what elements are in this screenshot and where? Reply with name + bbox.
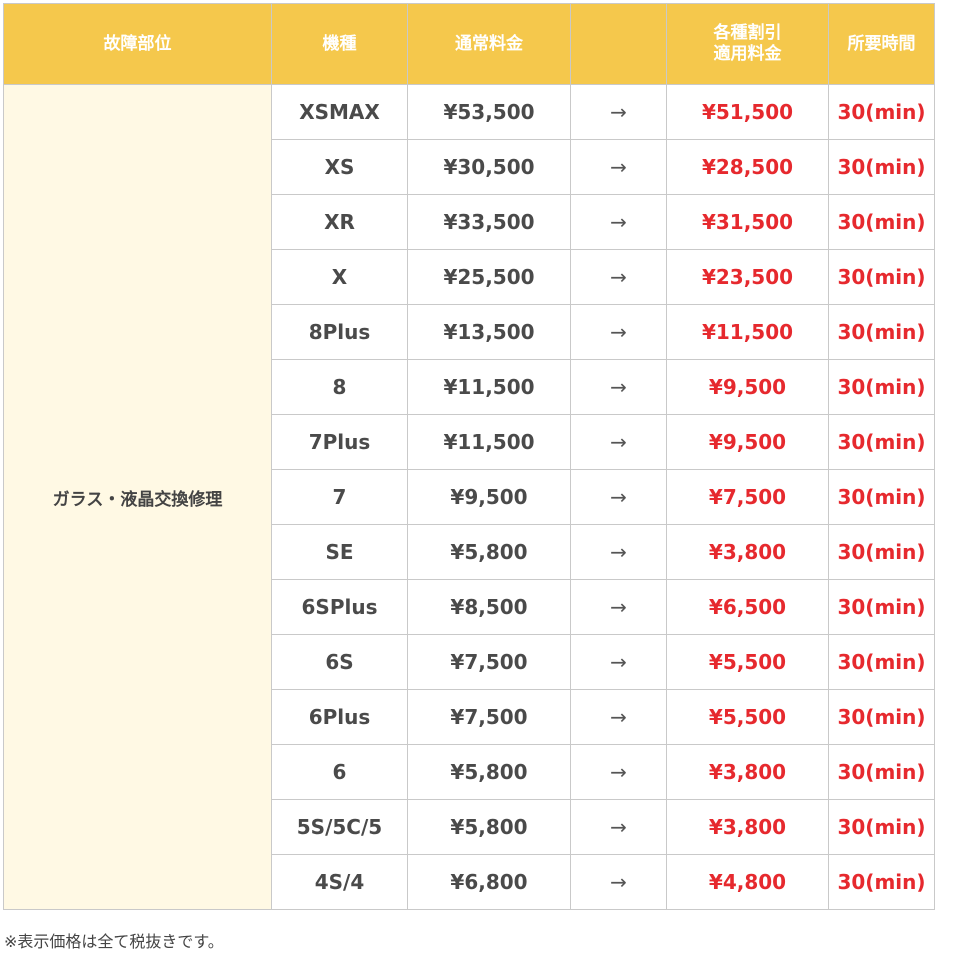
time-cell: 30(min) (828, 799, 935, 855)
model-cell: 5S/5C/5 (271, 799, 408, 855)
time-cell: 30(min) (828, 84, 935, 140)
table-header: 故障部位 機種 通常料金 各種割引 適用料金 所要時間 (3, 3, 935, 85)
header-arrow-spacer (570, 3, 667, 85)
normal-price-cell: ¥6,800 (407, 854, 571, 910)
normal-price-cell: ¥5,800 (407, 744, 571, 800)
arrow-cell: → (570, 634, 667, 690)
normal-price-cell: ¥11,500 (407, 414, 571, 470)
header-normal-price: 通常料金 (407, 3, 571, 85)
time-cell: 30(min) (828, 414, 935, 470)
header-part: 故障部位 (3, 3, 272, 85)
header-time: 所要時間 (828, 3, 935, 85)
time-cell: 30(min) (828, 304, 935, 360)
model-cell: 6 (271, 744, 408, 800)
discount-price-cell: ¥3,800 (666, 744, 829, 800)
normal-price-cell: ¥25,500 (407, 249, 571, 305)
time-cell: 30(min) (828, 854, 935, 910)
arrow-cell: → (570, 304, 667, 360)
normal-price-cell: ¥5,800 (407, 799, 571, 855)
discount-price-cell: ¥11,500 (666, 304, 829, 360)
normal-price-cell: ¥7,500 (407, 689, 571, 745)
model-cell: SE (271, 524, 408, 580)
arrow-cell: → (570, 854, 667, 910)
model-cell: 6SPlus (271, 579, 408, 635)
model-cell: 4S/4 (271, 854, 408, 910)
normal-price-cell: ¥11,500 (407, 359, 571, 415)
model-cell: 7Plus (271, 414, 408, 470)
normal-price-cell: ¥33,500 (407, 194, 571, 250)
normal-price-cell: ¥9,500 (407, 469, 571, 525)
discount-price-cell: ¥7,500 (666, 469, 829, 525)
normal-price-cell: ¥8,500 (407, 579, 571, 635)
discount-price-cell: ¥23,500 (666, 249, 829, 305)
table-row: ガラス・液晶交換修理 XSMAX ¥53,500 → ¥51,500 30(min) (3, 84, 935, 910)
price-table: 故障部位 機種 通常料金 各種割引 適用料金 所要時間 ガラス・液晶交換修理 XS… (3, 3, 935, 910)
arrow-cell: → (570, 249, 667, 305)
time-cell: 30(min) (828, 139, 935, 195)
normal-price-cell: ¥53,500 (407, 84, 571, 140)
arrow-cell: → (570, 469, 667, 525)
arrow-cell: → (570, 139, 667, 195)
normal-price-cell: ¥7,500 (407, 634, 571, 690)
header-model: 機種 (271, 3, 408, 85)
time-cell: 30(min) (828, 524, 935, 580)
header-row: 故障部位 機種 通常料金 各種割引 適用料金 所要時間 (3, 3, 935, 85)
arrow-cell: → (570, 744, 667, 800)
arrow-cell: → (570, 689, 667, 745)
time-cell: 30(min) (828, 744, 935, 800)
discount-price-cell: ¥5,500 (666, 634, 829, 690)
discount-price-cell: ¥4,800 (666, 854, 829, 910)
discount-price-cell: ¥51,500 (666, 84, 829, 140)
header-discount-line1: 各種割引 (713, 23, 782, 43)
discount-price-cell: ¥6,500 (666, 579, 829, 635)
model-cell: XS (271, 139, 408, 195)
model-cell: 8Plus (271, 304, 408, 360)
tax-footnote: ※表示価格は全て税抜きです。 (4, 932, 224, 951)
table-body: ガラス・液晶交換修理 XSMAX ¥53,500 → ¥51,500 30(min) XS ¥… (3, 84, 935, 910)
model-cell: 7 (271, 469, 408, 525)
arrow-cell: → (570, 524, 667, 580)
discount-price-cell: ¥9,500 (666, 414, 829, 470)
arrow-cell: → (570, 414, 667, 470)
model-cell: XSMAX (271, 84, 408, 140)
discount-price-cell: ¥31,500 (666, 194, 829, 250)
model-cell: 6S (271, 634, 408, 690)
time-cell: 30(min) (828, 634, 935, 690)
discount-price-cell: ¥5,500 (666, 689, 829, 745)
arrow-cell: → (570, 84, 667, 140)
header-discount-line2: 適用料金 (713, 44, 782, 64)
model-cell: 8 (271, 359, 408, 415)
time-cell: 30(min) (828, 689, 935, 745)
time-cell: 30(min) (828, 249, 935, 305)
normal-price-cell: ¥5,800 (407, 524, 571, 580)
header-discount-price: 各種割引 適用料金 (666, 3, 829, 85)
model-cell: XR (271, 194, 408, 250)
model-cell: X (271, 249, 408, 305)
discount-price-cell: ¥3,800 (666, 524, 829, 580)
time-cell: 30(min) (828, 579, 935, 635)
time-cell: 30(min) (828, 194, 935, 250)
normal-price-cell: ¥30,500 (407, 139, 571, 195)
time-cell: 30(min) (828, 359, 935, 415)
arrow-cell: → (570, 799, 667, 855)
normal-price-cell: ¥13,500 (407, 304, 571, 360)
repair-part-cell: ガラス・液晶交換修理 (3, 84, 272, 910)
discount-price-cell: ¥28,500 (666, 139, 829, 195)
arrow-cell: → (570, 579, 667, 635)
time-cell: 30(min) (828, 469, 935, 525)
model-cell: 6Plus (271, 689, 408, 745)
arrow-cell: → (570, 194, 667, 250)
arrow-cell: → (570, 359, 667, 415)
discount-price-cell: ¥3,800 (666, 799, 829, 855)
discount-price-cell: ¥9,500 (666, 359, 829, 415)
